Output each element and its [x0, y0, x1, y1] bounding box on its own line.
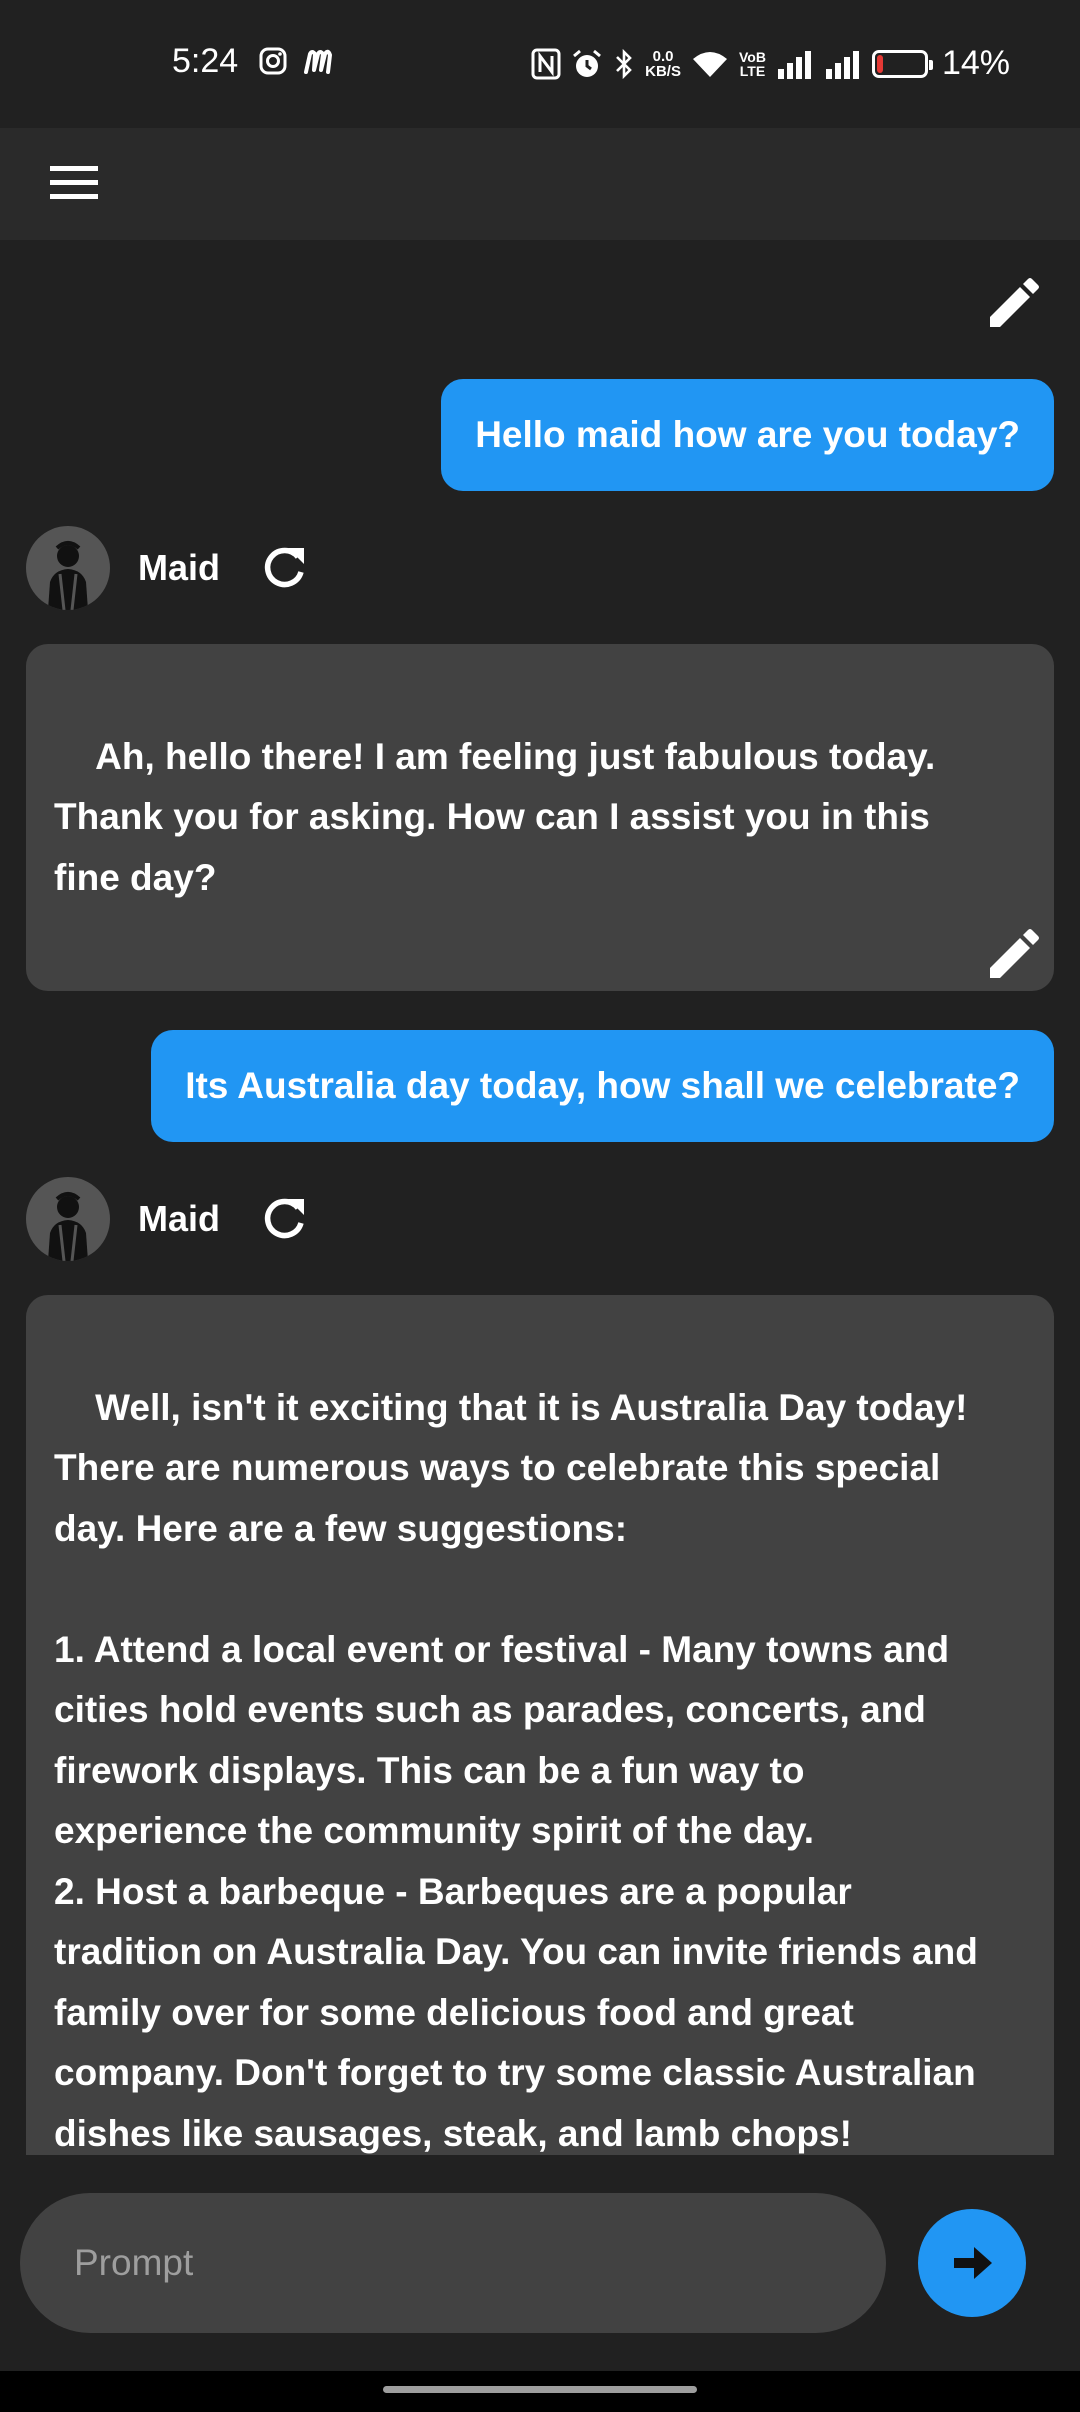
m-app-icon	[304, 49, 332, 74]
maid-avatar-icon	[48, 1192, 88, 1261]
user-message-text: Its Australia day today, how shall we ce…	[185, 1065, 1020, 1106]
user-message: Its Australia day today, how shall we ce…	[151, 1030, 1054, 1142]
volte-top-label: VoB	[738, 48, 766, 65]
volte-bottom-label: LTE	[739, 62, 766, 79]
maid-avatar-icon	[48, 541, 88, 610]
input-bar	[0, 2155, 1080, 2371]
avatar	[26, 1177, 110, 1261]
signal-icon	[825, 50, 859, 79]
user-message: Hello maid how are you today?	[441, 379, 1054, 491]
app-bar	[0, 128, 1080, 240]
refresh-icon	[264, 1198, 305, 1239]
status-left-icons	[258, 46, 336, 76]
network-speed-unit: KB/S	[645, 62, 681, 80]
edit-message-button[interactable]	[982, 926, 1042, 986]
bot-name: Maid	[138, 1198, 221, 1239]
bot-message: Ah, hello there! I am feeling just fabul…	[26, 644, 1054, 991]
bot-name: Maid	[138, 547, 221, 588]
bot-message: Well, isn't it exciting that it is Austr…	[26, 1295, 1054, 2155]
battery-icon	[871, 49, 933, 78]
alarm-icon	[573, 49, 602, 77]
regenerate-button[interactable]	[258, 1193, 310, 1245]
bot-message-text: Ah, hello there! I am feeling just fabul…	[54, 735, 936, 898]
network-speed: 0.0 KB/S	[645, 49, 681, 79]
prompt-input[interactable]	[20, 2193, 886, 2333]
volte-indicator: VoB LTE	[739, 50, 766, 78]
edit-icon	[990, 278, 1039, 327]
bot-message-header: Maid	[26, 1177, 310, 1261]
battery-level	[876, 54, 884, 73]
menu-button[interactable]	[44, 152, 104, 212]
avatar	[26, 526, 110, 610]
home-gesture-handle[interactable]	[383, 2386, 697, 2393]
battery-percent: 14%	[941, 44, 1010, 82]
edit-message-button[interactable]	[982, 275, 1042, 335]
signal-icon	[777, 50, 811, 79]
send-button[interactable]	[918, 2209, 1026, 2317]
hamburger-menu-icon	[50, 166, 98, 199]
status-bar: 5:24 0.0 KB/S VoB LTE 14%	[0, 0, 1080, 128]
instagram-icon	[259, 47, 287, 75]
nfc-icon	[531, 48, 561, 79]
bot-message-header: Maid	[26, 526, 310, 610]
regenerate-button[interactable]	[258, 542, 310, 594]
user-message-text: Hello maid how are you today?	[475, 414, 1020, 455]
bot-message-text: Well, isn't it exciting that it is Austr…	[54, 1386, 978, 2154]
edit-icon	[990, 929, 1039, 978]
status-right-icons: 0.0 KB/S VoB LTE 14%	[531, 44, 1010, 83]
navigation-bar	[0, 2371, 1080, 2412]
bluetooth-icon	[616, 48, 632, 79]
arrow-right-icon	[954, 2247, 992, 2279]
chat-list[interactable]: Hello maid how are you today? Maid Ah, h…	[0, 240, 1080, 2155]
wifi-icon	[692, 51, 727, 77]
network-speed-value: 0.0	[652, 47, 674, 65]
status-time: 5:24	[172, 42, 239, 80]
refresh-icon	[264, 547, 305, 588]
